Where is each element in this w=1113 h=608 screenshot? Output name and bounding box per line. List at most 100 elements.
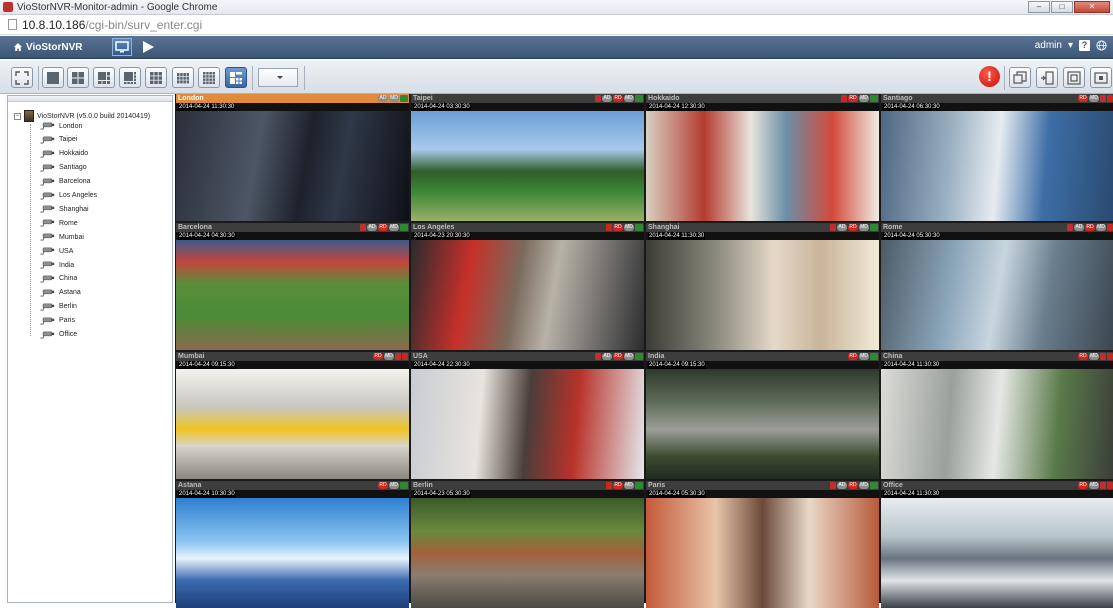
recording-badge: RD bbox=[1078, 95, 1088, 102]
tree-camera-item[interactable]: Taipei bbox=[40, 136, 77, 144]
signal-icon bbox=[870, 482, 878, 489]
live-video-feed[interactable] bbox=[881, 240, 1113, 350]
camera-tile[interactable]: Mumbai RD MD 2014-04-24 09:15:30 bbox=[176, 352, 409, 479]
layout-4-button[interactable] bbox=[67, 67, 89, 88]
brand[interactable]: VioStorNVR bbox=[14, 42, 83, 53]
live-video-feed[interactable] bbox=[411, 369, 644, 479]
live-video-feed[interactable] bbox=[176, 111, 409, 221]
recording-icon bbox=[841, 95, 847, 102]
maximize-button[interactable]: □ bbox=[1051, 1, 1073, 13]
close-window-button[interactable]: ✕ bbox=[1074, 1, 1110, 13]
layout-16-button[interactable] bbox=[198, 67, 220, 88]
globe-icon[interactable] bbox=[1096, 40, 1107, 51]
tree-camera-item[interactable]: Rome bbox=[40, 219, 78, 227]
chevron-down-icon[interactable]: ▾ bbox=[1068, 40, 1073, 51]
sequential-mode-button[interactable] bbox=[1009, 67, 1031, 88]
layout-6-button[interactable] bbox=[93, 67, 115, 88]
md-badge: MD bbox=[624, 95, 634, 102]
nvr-server-icon bbox=[24, 110, 34, 122]
fullscreen-button[interactable] bbox=[11, 67, 33, 88]
ad-badge: AD bbox=[1074, 224, 1084, 231]
camera-tile[interactable]: Taipei AD RD MD 2014-04-24 03:30:30 bbox=[411, 94, 644, 221]
live-video-feed[interactable] bbox=[411, 111, 644, 221]
live-video-feed[interactable] bbox=[881, 369, 1113, 479]
layout-1-button[interactable] bbox=[42, 67, 64, 88]
tree-camera-item[interactable]: India bbox=[40, 261, 74, 269]
camera-timestamp: 2014-04-24 04:30:30 bbox=[178, 232, 236, 240]
live-video-feed[interactable] bbox=[646, 111, 879, 221]
camera-tile[interactable]: Los Angeles RD MD 2014-04-23 20:30:30 bbox=[411, 223, 644, 350]
tree-root[interactable]: − VioStorNVR (v5.0.0 build 20140419) bbox=[14, 110, 150, 122]
speaker-icon bbox=[1100, 482, 1106, 489]
user-name[interactable]: admin bbox=[1035, 40, 1062, 51]
camera-tile[interactable]: Hokkaido RD MD 2014-04-24 12:30:30 bbox=[646, 94, 879, 221]
live-video-feed[interactable] bbox=[411, 498, 644, 608]
live-video-feed[interactable] bbox=[881, 111, 1113, 221]
camera-name: Mumbai bbox=[178, 353, 205, 360]
camera-tile[interactable]: China RD MD 2014-04-24 11:30:30 bbox=[881, 352, 1113, 479]
live-video-feed[interactable] bbox=[646, 240, 879, 350]
camera-tile[interactable]: USA AD RD MD 2014-04-24 22:30:30 bbox=[411, 352, 644, 479]
camera-name: Shanghai bbox=[648, 224, 680, 231]
camera-tile[interactable]: Rome AD RD MD 2014-04-24 05:30:30 bbox=[881, 223, 1113, 350]
tree-camera-item[interactable]: Office bbox=[40, 331, 77, 339]
camera-tile[interactable]: Barcelona AD RD MD 2014-04-24 04:30:30 bbox=[176, 223, 409, 350]
display-settings-button[interactable] bbox=[1063, 67, 1085, 88]
live-video-feed[interactable] bbox=[176, 369, 409, 479]
playback-icon[interactable] bbox=[140, 39, 156, 55]
alert-button[interactable]: ! bbox=[979, 66, 1000, 87]
camera-tile[interactable]: Office RD MD 2014-04-24 11:30:30 bbox=[881, 481, 1113, 608]
camera-icon bbox=[40, 178, 55, 186]
tree-camera-item[interactable]: Santiago bbox=[40, 164, 87, 172]
signal-icon bbox=[870, 353, 878, 360]
recording-icon bbox=[402, 353, 408, 360]
live-video-feed[interactable] bbox=[176, 240, 409, 350]
tree-camera-item[interactable]: USA bbox=[40, 247, 73, 255]
tree-camera-item[interactable]: Hokkaido bbox=[40, 150, 88, 158]
tree-camera-item[interactable]: China bbox=[40, 275, 77, 283]
tree-camera-item[interactable]: Berlin bbox=[40, 303, 77, 311]
live-video-feed[interactable] bbox=[411, 240, 644, 350]
camera-name: Paris bbox=[648, 482, 666, 489]
layout-9-button[interactable] bbox=[145, 67, 167, 88]
tree-camera-label: Rome bbox=[59, 219, 78, 227]
layout-dropdown[interactable] bbox=[258, 68, 298, 87]
view-mode-button[interactable] bbox=[1090, 67, 1112, 88]
live-video-feed[interactable] bbox=[646, 498, 879, 608]
tree-camera-item[interactable]: London bbox=[40, 122, 82, 130]
collapse-icon[interactable]: − bbox=[14, 112, 21, 120]
camera-tile[interactable]: Shanghai AD RD MD 2014-04-24 11:30:30 bbox=[646, 223, 879, 350]
live-video-feed[interactable] bbox=[176, 498, 409, 608]
address-bar[interactable]: 10.8.10.186/cgi-bin/surv_enter.cgi bbox=[0, 15, 1113, 35]
tree-camera-item[interactable]: Los Angeles bbox=[40, 192, 97, 200]
layout-12-button[interactable] bbox=[172, 67, 194, 88]
camera-tile[interactable]: Astana RD MD 2014-04-24 10:30:30 bbox=[176, 481, 409, 608]
tree-camera-item[interactable]: Mumbai bbox=[40, 233, 84, 241]
layout-custom-button[interactable] bbox=[225, 67, 247, 88]
chevron-down-icon bbox=[277, 76, 283, 79]
tree-camera-item[interactable]: Shanghai bbox=[40, 205, 89, 213]
url-host: 10.8.10.186 bbox=[22, 17, 86, 32]
camera-tile[interactable]: Berlin RD MD 2014-04-23 05:30:30 bbox=[411, 481, 644, 608]
camera-tile[interactable]: London AD MD 2014-04-24 11:30:30 bbox=[176, 94, 409, 221]
tree-camera-label: India bbox=[59, 261, 75, 269]
camera-tile[interactable]: Paris AD RD MD 2014-04-24 05:30:30 bbox=[646, 481, 879, 608]
camera-tree-panel: − VioStorNVR (v5.0.0 build 20140419) Lon… bbox=[7, 95, 173, 603]
minimize-button[interactable]: ‒ bbox=[1028, 1, 1050, 13]
tree-camera-item[interactable]: Paris bbox=[40, 317, 75, 325]
tree-camera-item[interactable]: Barcelona bbox=[40, 178, 91, 186]
recording-badge: RD bbox=[1078, 482, 1088, 489]
layout-8-button[interactable] bbox=[119, 67, 141, 88]
tree-camera-label: Berlin bbox=[59, 303, 77, 311]
monitor-button[interactable] bbox=[112, 38, 132, 56]
signal-icon bbox=[400, 482, 408, 489]
camera-tile[interactable]: Santiago RD MD 2014-04-24 06:30:30 bbox=[881, 94, 1113, 221]
tree-camera-item[interactable]: Astana bbox=[40, 289, 81, 297]
snapshot-button[interactable] bbox=[1036, 67, 1058, 88]
live-video-feed[interactable] bbox=[881, 498, 1113, 608]
speaker-icon bbox=[1100, 353, 1106, 360]
help-icon[interactable]: ? bbox=[1079, 40, 1090, 51]
url-text[interactable]: 10.8.10.186/cgi-bin/surv_enter.cgi bbox=[22, 18, 202, 32]
camera-tile[interactable]: India RD MD 2014-04-24 09:15:30 bbox=[646, 352, 879, 479]
live-video-feed[interactable] bbox=[646, 369, 879, 479]
